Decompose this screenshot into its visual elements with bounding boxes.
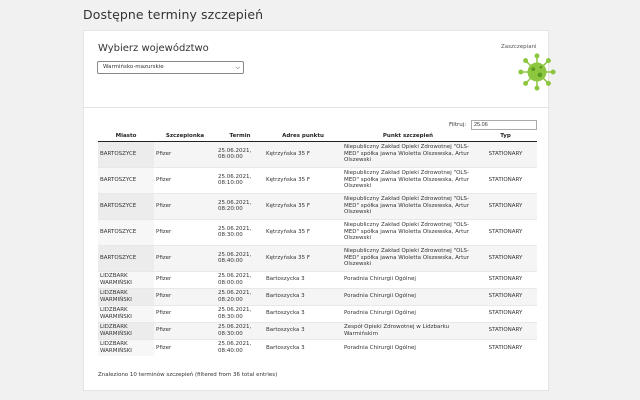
- column-header-point[interactable]: Punkt szczepień: [342, 132, 474, 142]
- cell-address: Kętrzyńska 35 F: [264, 192, 342, 219]
- table-row: BARTOSZYCE Pfizer 25.06.2021, 08:00:00 K…: [98, 140, 537, 167]
- cell-type: STATIONARY: [474, 166, 537, 193]
- cell-vaccine: Pfizer: [154, 270, 216, 288]
- cell-type: STATIONARY: [474, 338, 537, 356]
- cell-city: LIDZBARK WARMIŃSKI: [98, 270, 154, 288]
- cell-type: STATIONARY: [474, 218, 537, 245]
- cell-point: Niepubliczny Zakład Opieki Zdrowotnej "O…: [342, 140, 474, 167]
- table-row: LIDZBARK WARMIŃSKI Pfizer 25.06.2021, 08…: [98, 304, 537, 322]
- cell-city: LIDZBARK WARMIŃSKI: [98, 287, 154, 305]
- cell-city: BARTOSZYCE: [98, 192, 154, 219]
- cell-point: Poradnia Chirurgii Ogólnej: [342, 287, 474, 305]
- cell-address: Kętrzyńska 35 F: [264, 244, 342, 271]
- cell-vaccine: Pfizer: [154, 218, 216, 245]
- column-header-date[interactable]: Termin: [216, 132, 264, 142]
- table-row: BARTOSZYCE Pfizer 25.06.2021, 08:10:00 K…: [98, 166, 537, 193]
- table-header-row: Miasto Szczepionka Termin Adres punktu P…: [98, 132, 537, 142]
- cell-type: STATIONARY: [474, 244, 537, 271]
- cell-vaccine: Pfizer: [154, 192, 216, 219]
- cell-type: STATIONARY: [474, 304, 537, 322]
- cell-city: BARTOSZYCE: [98, 244, 154, 271]
- cell-address: Bartoszycka 3: [264, 321, 342, 339]
- table-info: Znaleziono 10 terminów szczepień (filter…: [98, 372, 278, 378]
- cell-vaccine: Pfizer: [154, 287, 216, 305]
- cell-vaccine: Pfizer: [154, 338, 216, 356]
- cell-address: Bartoszycka 3: [264, 270, 342, 288]
- cell-date: 25.06.2021, 08:30:00: [216, 218, 264, 245]
- table-row: LIDZBARK WARMIŃSKI Pfizer 25.06.2021, 08…: [98, 321, 537, 339]
- table-row: BARTOSZYCE Pfizer 25.06.2021, 08:20:00 K…: [98, 192, 537, 219]
- cell-city: BARTOSZYCE: [98, 140, 154, 167]
- cell-address: Bartoszycka 3: [264, 338, 342, 356]
- appointments-card: Filtruj: Miasto Szczepionka Termin Adres…: [83, 108, 549, 391]
- page-title: Dostępne terminy szczepień: [83, 7, 264, 22]
- cell-point: Poradnia Chirurgii Ogólnej: [342, 270, 474, 288]
- cell-point: Niepubliczny Zakład Opieki Zdrowotnej "O…: [342, 192, 474, 219]
- appointments-table: Miasto Szczepionka Termin Adres punktu P…: [98, 132, 537, 356]
- cell-date: 25.06.2021, 08:00:00: [216, 140, 264, 167]
- cell-date: 25.06.2021, 08:40:00: [216, 244, 264, 271]
- table-row: LIDZBARK WARMIŃSKI Pfizer 25.06.2021, 08…: [98, 270, 537, 288]
- cell-date: 25.06.2021, 08:30:00: [216, 304, 264, 322]
- table-row: BARTOSZYCE Pfizer 25.06.2021, 08:30:00 K…: [98, 218, 537, 245]
- cell-vaccine: Pfizer: [154, 304, 216, 322]
- filter-input[interactable]: [471, 120, 537, 130]
- region-select[interactable]: Warmińsko-mazurskie ⌵: [97, 61, 244, 74]
- cell-address: Kętrzyńska 35 F: [264, 140, 342, 167]
- cell-type: STATIONARY: [474, 321, 537, 339]
- cell-point: Poradnia Chirurgii Ogólnej: [342, 304, 474, 322]
- cell-point: Zespół Opieki Zdrowotnej w Lidzbarku War…: [342, 321, 474, 339]
- column-header-type[interactable]: Typ: [474, 132, 537, 142]
- table-row: BARTOSZYCE Pfizer 25.06.2021, 08:40:00 K…: [98, 244, 537, 271]
- column-header-address[interactable]: Adres punktu: [264, 132, 342, 142]
- cell-point: Niepubliczny Zakład Opieki Zdrowotnej "O…: [342, 218, 474, 245]
- cell-date: 25.06.2021, 08:20:00: [216, 287, 264, 305]
- cell-point: Niepubliczny Zakład Opieki Zdrowotnej "O…: [342, 244, 474, 271]
- cell-type: STATIONARY: [474, 192, 537, 219]
- region-select-value: Warmińsko-mazurskie: [103, 64, 164, 70]
- column-header-vaccine[interactable]: Szczepionka: [154, 132, 216, 142]
- chevron-down-icon: ⌵: [235, 64, 240, 71]
- cell-date: 25.06.2021, 08:30:00: [216, 321, 264, 339]
- cell-type: STATIONARY: [474, 140, 537, 167]
- cell-address: Kętrzyńska 35 F: [264, 166, 342, 193]
- cell-city: BARTOSZYCE: [98, 166, 154, 193]
- column-header-city[interactable]: Miasto: [98, 132, 154, 142]
- cell-address: Bartoszycka 3: [264, 287, 342, 305]
- region-select-heading: Wybierz województwo: [98, 43, 209, 54]
- cell-date: 25.06.2021, 08:40:00: [216, 338, 264, 356]
- filter-label: Filtruj:: [449, 122, 467, 128]
- cell-date: 25.06.2021, 08:10:00: [216, 166, 264, 193]
- cell-address: Kętrzyńska 35 F: [264, 218, 342, 245]
- cell-vaccine: Pfizer: [154, 140, 216, 167]
- cell-point: Niepubliczny Zakład Opieki Zdrowotnej "O…: [342, 166, 474, 193]
- region-selector-card: Wybierz województwo Warmińsko-mazurskie …: [83, 30, 556, 108]
- cell-date: 25.06.2021, 08:20:00: [216, 192, 264, 219]
- virus-icon: [518, 53, 556, 91]
- cell-vaccine: Pfizer: [154, 244, 216, 271]
- cell-address: Bartoszycka 3: [264, 304, 342, 322]
- cell-city: LIDZBARK WARMIŃSKI: [98, 338, 154, 356]
- cell-city: LIDZBARK WARMIŃSKI: [98, 304, 154, 322]
- cell-vaccine: Pfizer: [154, 166, 216, 193]
- cell-vaccine: Pfizer: [154, 321, 216, 339]
- cell-type: STATIONARY: [474, 287, 537, 305]
- cell-city: BARTOSZYCE: [98, 218, 154, 245]
- cell-point: Poradnia Chirurgii Ogólnej: [342, 338, 474, 356]
- table-row: LIDZBARK WARMIŃSKI Pfizer 25.06.2021, 08…: [98, 287, 537, 305]
- vaccinated-label: Zaszczepiani: [501, 44, 537, 50]
- cell-date: 25.06.2021, 08:00:00: [216, 270, 264, 288]
- cell-type: STATIONARY: [474, 270, 537, 288]
- table-row: LIDZBARK WARMIŃSKI Pfizer 25.06.2021, 08…: [98, 338, 537, 356]
- cell-city: LIDZBARK WARMIŃSKI: [98, 321, 154, 339]
